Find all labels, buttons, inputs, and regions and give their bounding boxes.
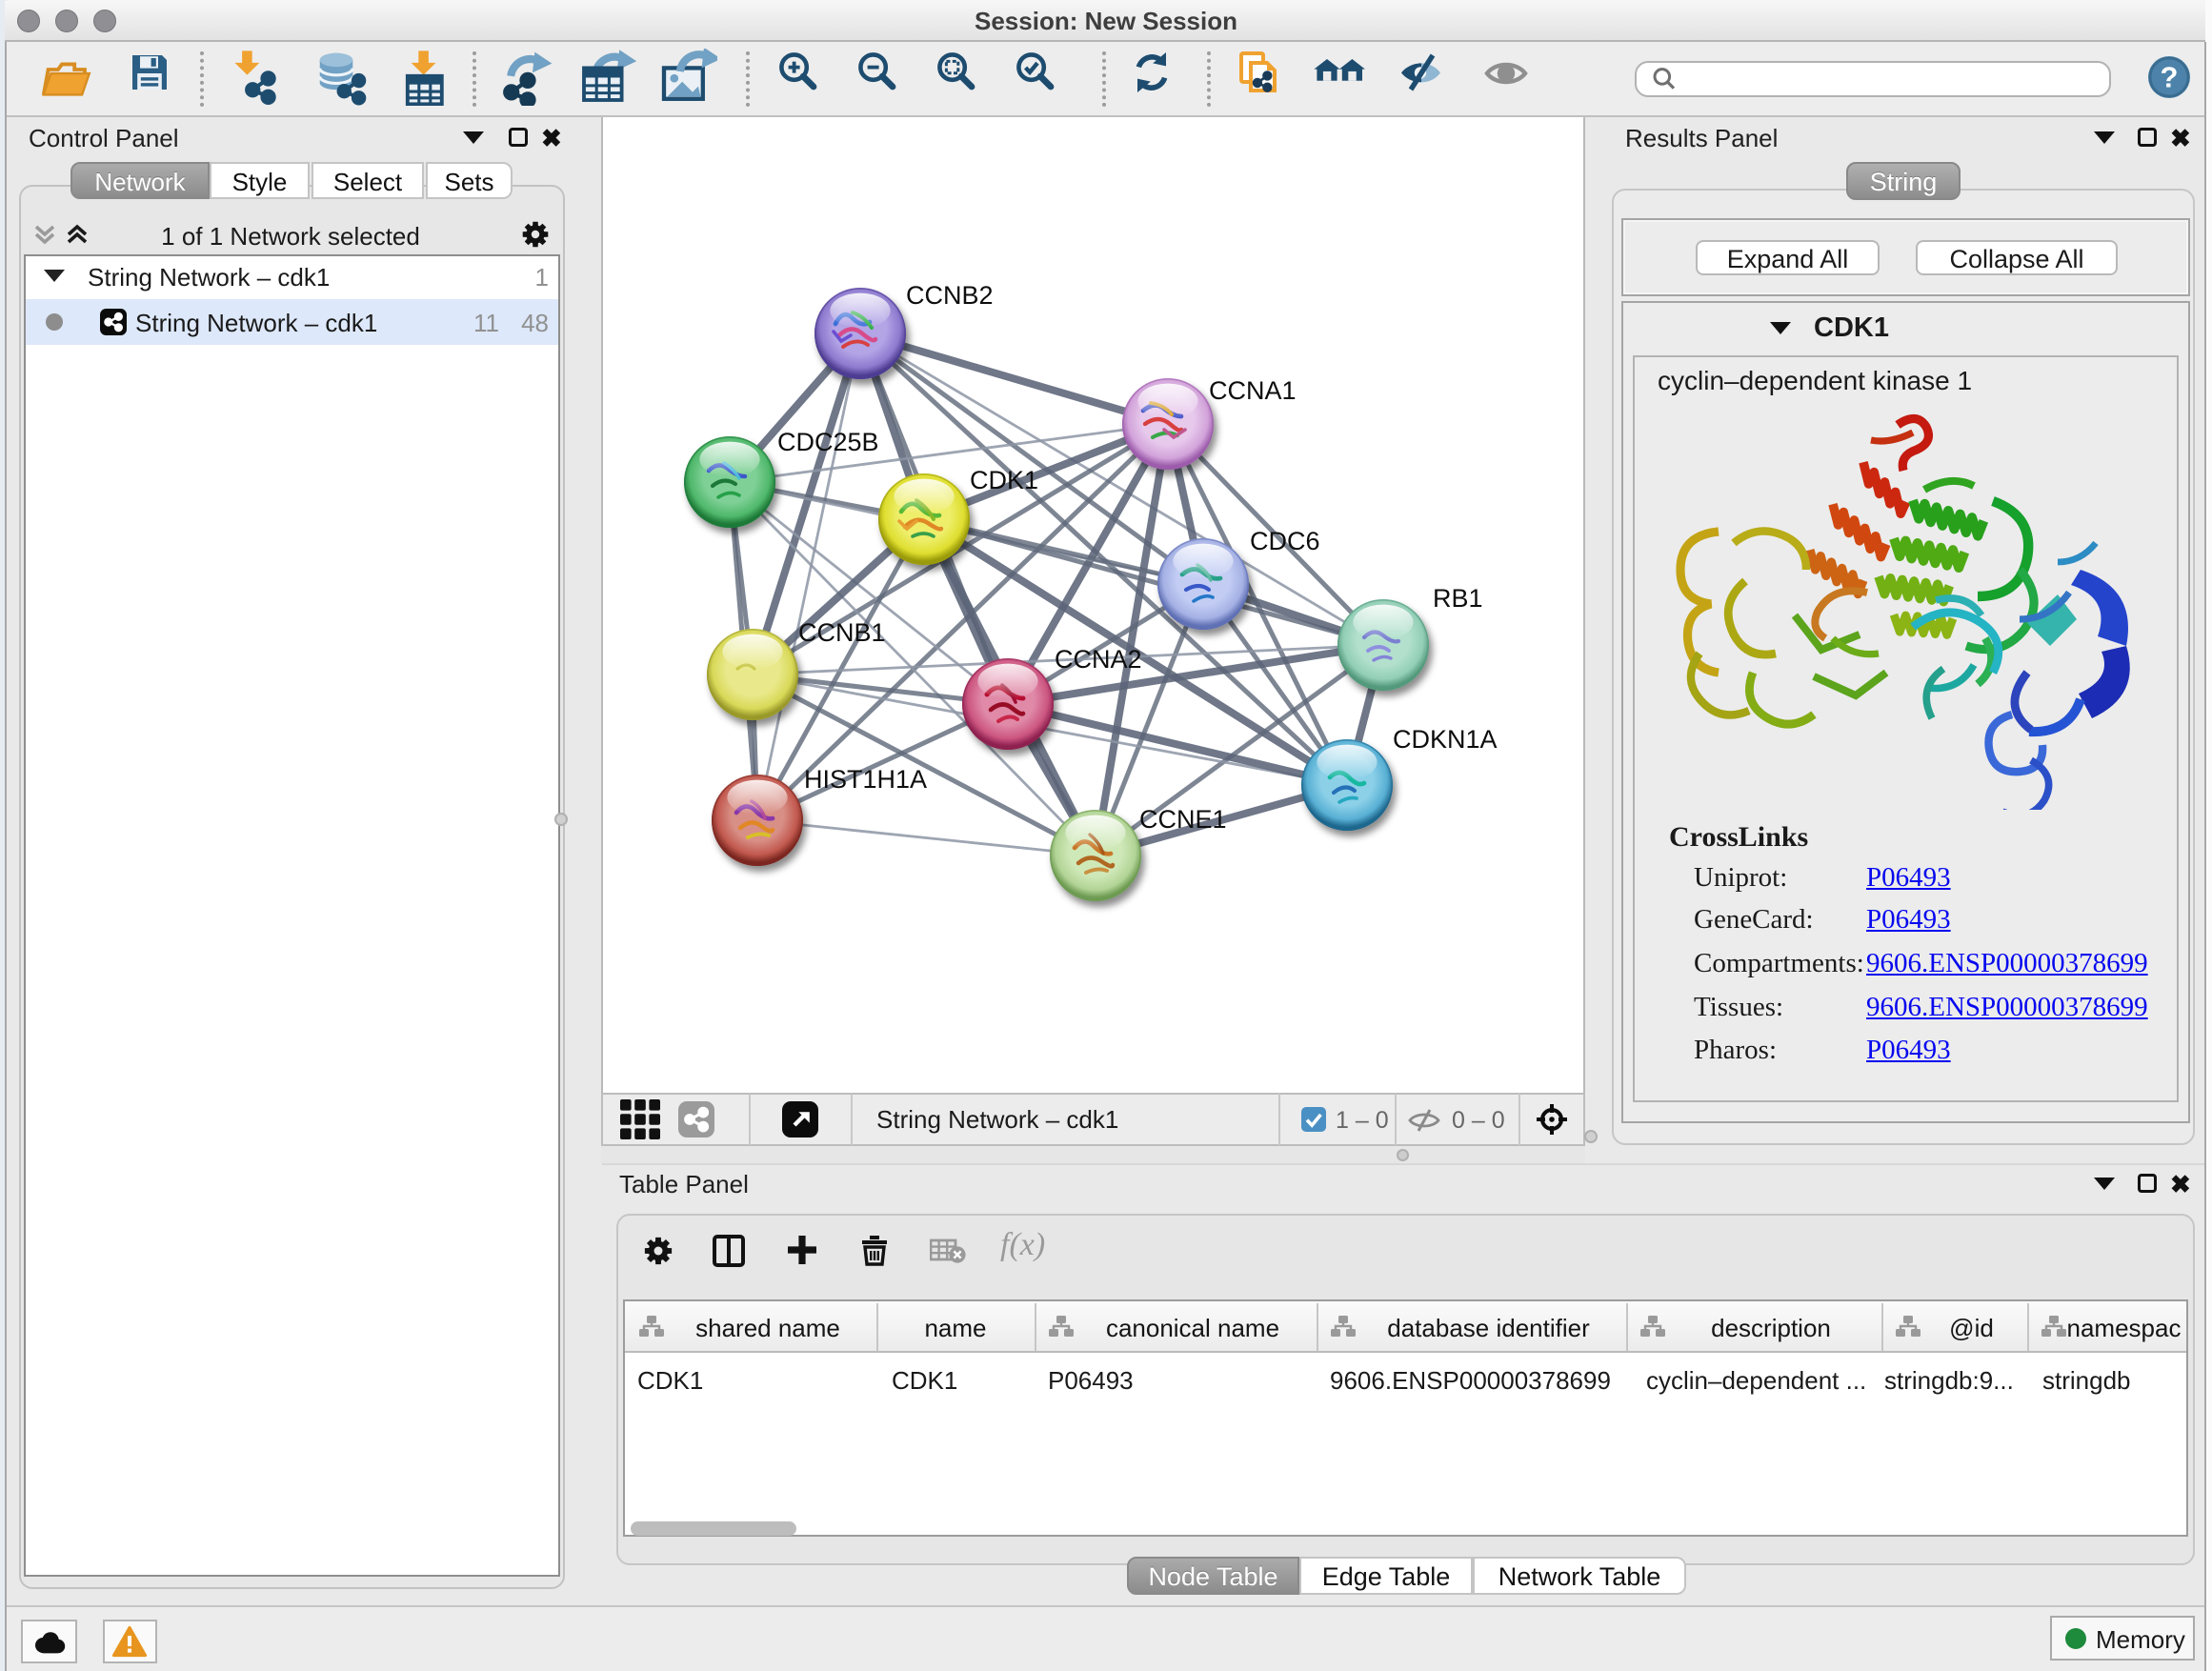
svg-text:CDC25B: CDC25B [777,428,879,456]
svg-text:CCNB1: CCNB1 [798,618,886,647]
svg-text:CCNA2: CCNA2 [1055,645,1142,674]
svg-text:CCNB2: CCNB2 [906,281,994,310]
svg-text:RB1: RB1 [1433,584,1483,613]
svg-text:?: ? [2161,61,2179,94]
svg-text:HIST1H1A: HIST1H1A [804,765,927,794]
svg-text:CCNE1: CCNE1 [1139,805,1227,834]
svg-text:CDK1: CDK1 [970,466,1038,494]
svg-text:CCNA1: CCNA1 [1209,376,1297,405]
svg-text:CDKN1A: CDKN1A [1393,725,1498,754]
svg-text:CDC6: CDC6 [1250,527,1320,555]
